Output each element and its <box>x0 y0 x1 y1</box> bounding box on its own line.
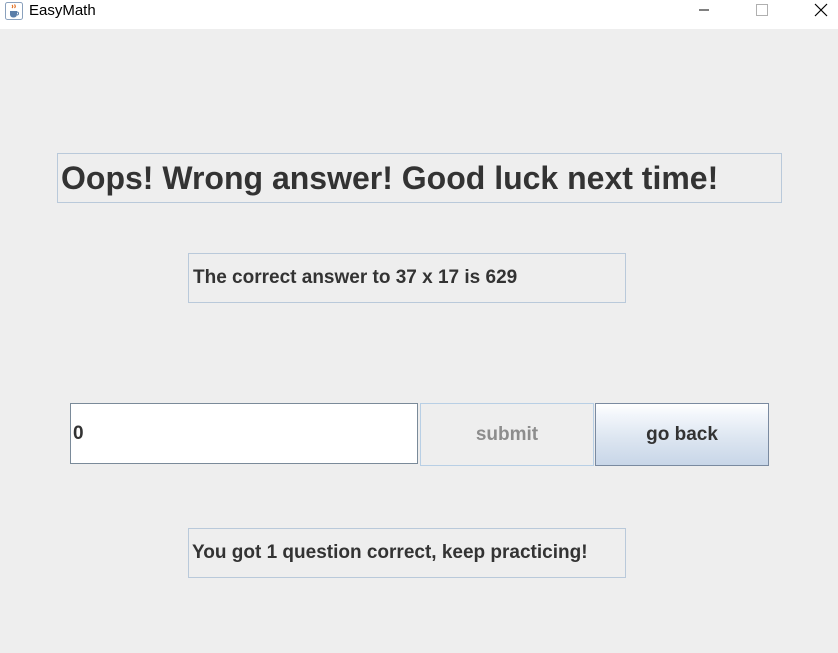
app-window: EasyMath Oops! Wrong answer! Good luck n… <box>0 0 838 653</box>
answer-input[interactable] <box>70 403 418 464</box>
result-title: Oops! Wrong answer! Good luck next time! <box>57 153 782 203</box>
java-coffee-cup-icon <box>5 2 23 20</box>
window-title: EasyMath <box>29 2 96 19</box>
maximize-button[interactable] <box>739 0 785 20</box>
submit-button[interactable]: submit <box>420 403 594 466</box>
close-button[interactable] <box>798 0 838 20</box>
minimize-button[interactable] <box>681 0 727 20</box>
close-icon <box>814 3 828 17</box>
maximize-icon <box>756 4 768 16</box>
minimize-icon <box>698 4 710 16</box>
correct-answer-label: The correct answer to 37 x 17 is 629 <box>188 253 626 303</box>
score-message: You got 1 question correct, keep practic… <box>188 528 626 578</box>
go-back-button[interactable]: go back <box>595 403 769 466</box>
title-bar[interactable]: EasyMath <box>0 0 838 29</box>
